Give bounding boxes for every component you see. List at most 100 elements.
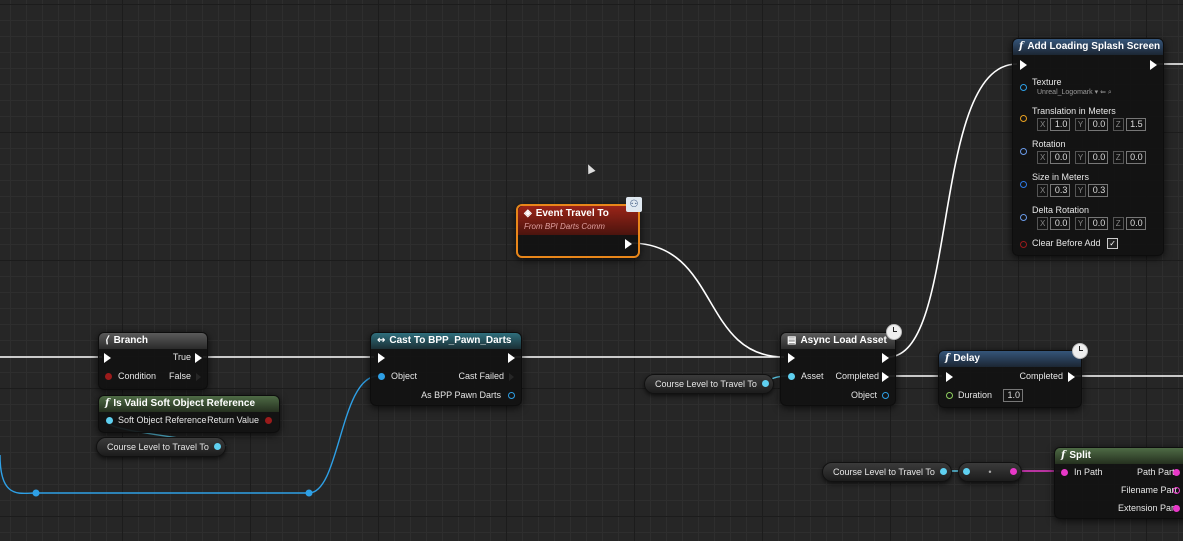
size-y[interactable]: 0.3 <box>1088 184 1109 197</box>
rotation-x[interactable]: 0.0 <box>1050 151 1071 164</box>
exec-in-pin[interactable] <box>788 353 795 363</box>
x-axis-label: X <box>1037 217 1049 230</box>
rotation-fields: X 0.0 Y 0.0 Z 0.0 <box>1035 151 1146 164</box>
is-valid-node[interactable]: f Is Valid Soft Object Reference Soft Obj… <box>98 395 280 433</box>
duration-pin[interactable] <box>946 392 953 399</box>
exec-in-pin[interactable] <box>378 353 385 363</box>
rotation-pin[interactable] <box>1020 148 1027 155</box>
texture-select[interactable]: Unreal_Logomark ▾ ⇐ ⌕ <box>1037 88 1112 97</box>
z-axis-label: Z <box>1112 151 1124 164</box>
in-path-pin[interactable] <box>1061 469 1068 476</box>
clear-before-add-pin[interactable] <box>1020 241 1027 248</box>
clear-before-add-checkbox[interactable]: ✓ <box>1107 238 1119 250</box>
object-out-pin[interactable] <box>882 392 889 399</box>
path-part-pin[interactable] <box>1173 469 1180 476</box>
size-x[interactable]: 0.3 <box>1050 184 1071 197</box>
translation-z[interactable]: 1.5 <box>1125 118 1146 131</box>
soft-object-label: Soft Object Reference <box>118 415 207 425</box>
add-loading-splash-node[interactable]: f Add Loading Splash Screen Texture Unrea… <box>1012 38 1164 256</box>
soft-object-pin[interactable] <box>106 417 113 424</box>
delta-z[interactable]: 0.0 <box>1125 217 1146 230</box>
delay-completed-pin[interactable] <box>1068 372 1075 382</box>
asset-pin[interactable] <box>788 373 795 380</box>
function-icon: f <box>105 398 110 409</box>
delay-header[interactable]: f Delay <box>939 351 1081 367</box>
duration-input[interactable]: 1.0 <box>1003 389 1023 402</box>
exec-out-pin[interactable] <box>508 353 515 363</box>
exec-in-pin[interactable] <box>104 353 111 363</box>
filename-part-pin[interactable] <box>1173 487 1180 494</box>
completed-label: Completed <box>835 371 879 381</box>
course-level-variable[interactable]: Course Level to Travel To <box>644 374 774 394</box>
false-label: False <box>168 371 191 381</box>
z-axis-label: Z <box>1112 217 1124 230</box>
translation-y[interactable]: 0.0 <box>1088 118 1109 131</box>
size-fields: X 0.3 Y 0.3 <box>1035 184 1109 197</box>
event-title: Event Travel To <box>535 208 609 219</box>
completed-pin[interactable] <box>882 372 889 382</box>
cast-header[interactable]: ↔ Cast To BPP_Pawn_Darts <box>371 333 521 349</box>
cast-failed-pin[interactable] <box>508 372 515 382</box>
delta-rotation-pin[interactable] <box>1020 214 1027 221</box>
extension-part-pin[interactable] <box>1173 505 1180 512</box>
async-header[interactable]: ▤ Async Load Asset <box>781 333 895 349</box>
async-load-asset-node[interactable]: ▤ Async Load Asset Asset Completed Object <box>780 332 896 406</box>
return-value-pin[interactable] <box>265 417 272 424</box>
branch-node[interactable]: ⟨ Branch True Condition False <box>98 332 208 390</box>
split-node[interactable]: f Split In Path Path Part Filename Part E… <box>1054 447 1183 519</box>
path-part-label: Path Part <box>1137 467 1175 477</box>
course-level-label: Course Level to Travel To <box>107 442 209 452</box>
exec-in-pin[interactable] <box>946 372 953 382</box>
asset-icon: ▤ <box>787 335 797 346</box>
object-pin[interactable] <box>378 373 385 380</box>
rotation-y[interactable]: 0.0 <box>1088 151 1109 164</box>
cast-node[interactable]: ↔ Cast To BPP_Pawn_Darts Object Cast Fail… <box>370 332 522 406</box>
translation-x[interactable]: 1.0 <box>1050 118 1071 131</box>
size-label: Size in Meters <box>1032 172 1090 182</box>
async-title: Async Load Asset <box>800 335 887 346</box>
texture-pin[interactable] <box>1020 84 1027 91</box>
exec-out-pin[interactable] <box>625 239 632 249</box>
variable-out-pin[interactable] <box>939 468 947 475</box>
translation-pin[interactable] <box>1020 115 1027 122</box>
function-icon: f <box>945 353 950 364</box>
event-header[interactable]: ◈ Event Travel To From BPI Darts Comm <box>518 206 638 235</box>
duration-label: Duration <box>958 390 993 400</box>
rotation-z[interactable]: 0.0 <box>1125 151 1146 164</box>
texture-value: Unreal_Logomark <box>1037 89 1093 96</box>
object-out-label: Object <box>850 390 877 400</box>
cast-icon: ↔ <box>377 335 386 346</box>
course-level-label: Course Level to Travel To <box>655 379 757 389</box>
course-level-variable[interactable]: Course Level to Travel To <box>822 462 952 482</box>
conversion-in-pin[interactable] <box>963 468 970 475</box>
exec-false-pin[interactable] <box>195 372 202 382</box>
translation-fields: X 1.0 Y 0.0 Z 1.5 <box>1035 118 1146 131</box>
function-icon: f <box>1061 450 1066 461</box>
branch-header[interactable]: ⟨ Branch <box>99 333 207 349</box>
course-level-variable[interactable]: Course Level to Travel To <box>96 437 226 457</box>
exec-out-pin[interactable] <box>1150 60 1157 70</box>
x-axis-label: X <box>1037 151 1049 164</box>
delta-y[interactable]: 0.0 <box>1088 217 1109 230</box>
delta-x[interactable]: 0.0 <box>1050 217 1071 230</box>
delay-node[interactable]: f Delay Completed Duration 1.0 <box>938 350 1082 408</box>
conversion-node[interactable]: • <box>958 462 1022 482</box>
conversion-out-pin[interactable] <box>1010 468 1017 475</box>
exec-out-pin[interactable] <box>882 353 889 363</box>
variable-out-pin[interactable] <box>761 380 769 387</box>
return-value-label: Return Value <box>207 415 259 425</box>
splash-header[interactable]: f Add Loading Splash Screen <box>1013 39 1163 55</box>
condition-pin[interactable] <box>105 373 112 380</box>
size-pin[interactable] <box>1020 181 1027 188</box>
in-path-label: In Path <box>1074 467 1103 477</box>
is-valid-header[interactable]: f Is Valid Soft Object Reference <box>99 396 279 412</box>
exec-in-pin[interactable] <box>1020 60 1027 70</box>
z-axis-label: Z <box>1112 118 1124 131</box>
split-header[interactable]: f Split <box>1055 448 1183 464</box>
variable-out-pin[interactable] <box>213 443 221 450</box>
as-pawn-pin[interactable] <box>508 392 515 399</box>
exec-true-pin[interactable] <box>195 353 202 363</box>
delay-title: Delay <box>953 353 980 364</box>
object-label: Object <box>391 371 418 381</box>
event-travel-to-node[interactable]: ◈ Event Travel To From BPI Darts Comm <box>516 204 640 258</box>
